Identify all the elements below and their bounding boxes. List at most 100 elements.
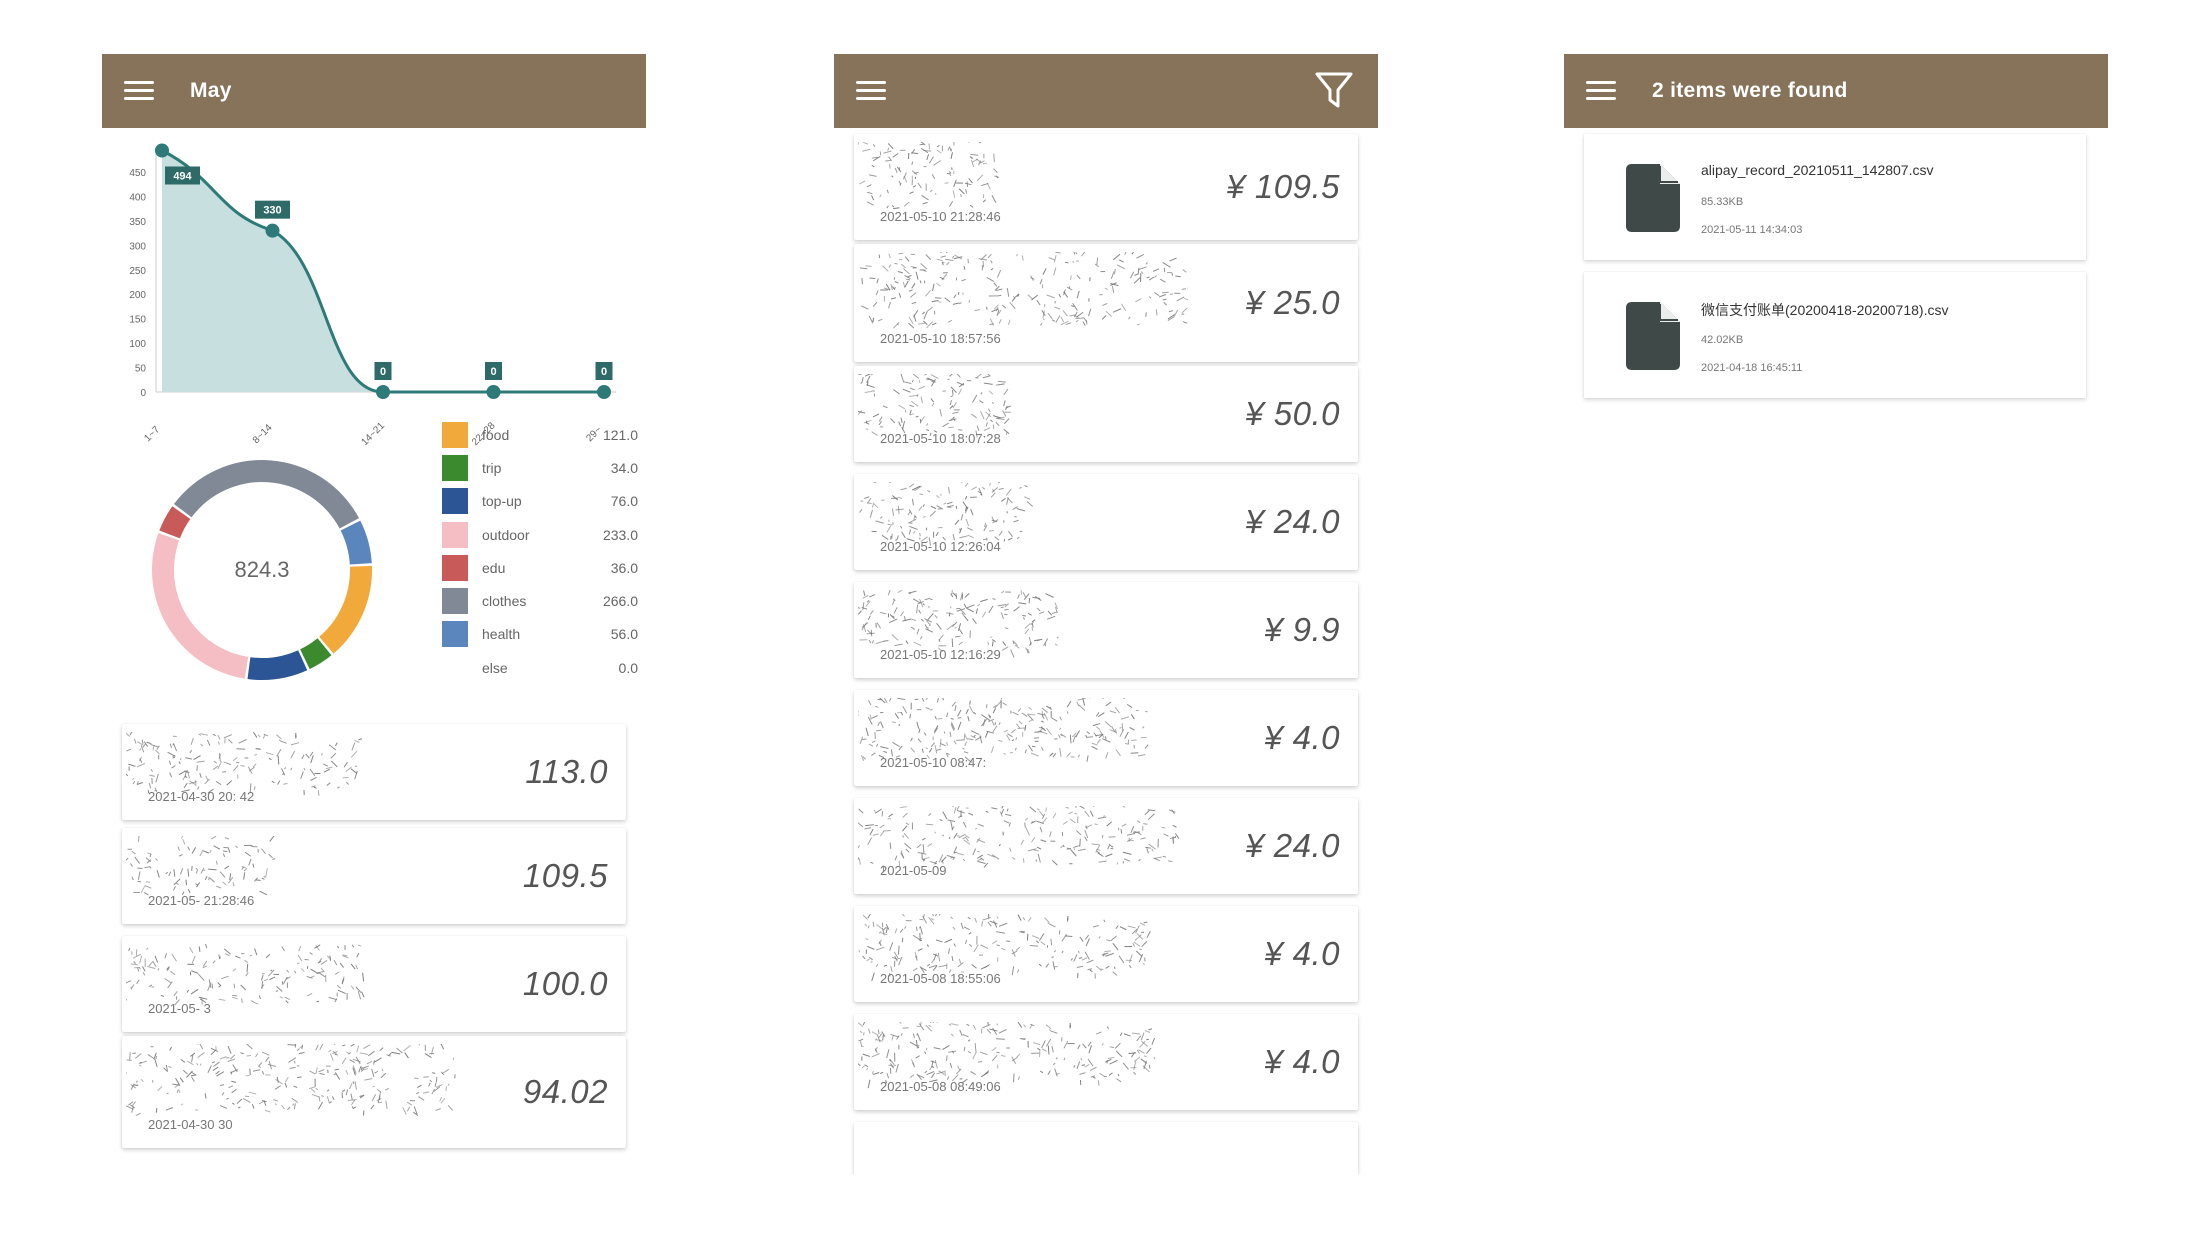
legend-swatch <box>442 554 468 581</box>
legend-label: else <box>482 659 508 676</box>
record-card[interactable]: 2021-05- 3 100.0 <box>122 936 626 1032</box>
record-card[interactable]: 2021-05-10 18:57:56 ¥ 25.0 <box>854 244 1358 362</box>
file-name: 微信支付账单(20200418-20200718).csv <box>1701 302 1949 318</box>
data-point[interactable] <box>155 143 169 158</box>
legend-item-health[interactable]: health 56.0 <box>442 618 638 651</box>
file-size: 85.33KB <box>1701 196 1744 208</box>
record-card[interactable]: 2021-05-10 21:28:46 ¥ 109.5 <box>854 134 1358 240</box>
file-time: 2021-04-18 16:45:11 <box>1701 362 1803 374</box>
data-point[interactable] <box>597 385 611 399</box>
file-item[interactable]: 微信支付账单(20200418-20200718).csv 42.02KB 2021… <box>1584 272 2086 398</box>
import-files-screen: 2 items were found alipay_record_2021051… <box>1564 54 2108 1174</box>
legend-swatch <box>442 654 468 681</box>
file-item[interactable]: alipay_record_20210511_142807.csv 85.33KB… <box>1584 134 2086 260</box>
legend-swatch <box>442 621 468 648</box>
record-card[interactable]: 2021-05-10 12:16:29 ¥ 9.9 <box>854 582 1358 678</box>
area-fill <box>162 150 604 392</box>
record-time: 2021-04-30 30 <box>148 1117 233 1132</box>
data-label: 0 <box>490 366 496 378</box>
legend-item-outdoor[interactable]: outdoor 233.0 <box>442 518 638 551</box>
record-amount: 100.0 <box>522 965 608 1002</box>
legend-label: trip <box>482 459 502 476</box>
y-tick-label: 0 <box>140 388 146 399</box>
record-amount: 113.0 <box>525 753 608 790</box>
menu-icon[interactable] <box>856 79 888 103</box>
record-time: 2021-05-10 18:07:28 <box>880 431 1001 446</box>
data-label: 0 <box>380 366 386 378</box>
legend-value: 0.0 <box>618 659 638 676</box>
record-card[interactable]: 2021-05-08 08:49:06 ¥ 4.0 <box>854 1014 1358 1110</box>
record-time: 2021-05- 3 <box>148 1001 211 1016</box>
weekly-spending-chart: 450 400 350 300 250 200 150 100 50 0 494 1~7 330 8~14… <box>129 143 616 448</box>
legend-item-food[interactable]: food 121.0 <box>442 418 638 451</box>
legend-swatch <box>442 488 468 515</box>
record-time: 2021-05-10 12:26:04 <box>880 539 1001 554</box>
record-card[interactable]: 2021-04-30 20: 42 113.0 <box>122 724 626 820</box>
record-amount: ¥ 9.9 <box>1264 611 1340 648</box>
legend-label: health <box>482 626 521 643</box>
app-bar <box>834 54 1378 128</box>
legend-item-clothes[interactable]: clothes 266.0 <box>442 584 638 617</box>
category-donut-chart: 824.3 <box>142 450 382 690</box>
record-card[interactable]: 2021-05-09 ¥ 24.0 <box>854 798 1358 894</box>
record-card[interactable]: 2021-05-10 08:47: ¥ 4.0 <box>854 690 1358 786</box>
record-card[interactable]: 2021-05-10 18:07:28 ¥ 50.0 <box>854 366 1358 462</box>
filter-icon[interactable] <box>1314 68 1354 112</box>
legend-item-else[interactable]: else 0.0 <box>442 651 638 684</box>
donut-total: 824.3 <box>234 557 290 582</box>
data-label: 0 <box>601 366 607 378</box>
legend-value: 233.0 <box>602 526 638 543</box>
record-amount: ¥ 25.0 <box>1245 284 1340 321</box>
record-time: 2021-05-10 18:57:56 <box>880 331 1001 346</box>
legend-value: 56.0 <box>610 626 638 643</box>
legend-item-edu[interactable]: edu 36.0 <box>442 551 638 584</box>
record-card[interactable]: 2021-04-30 30 94.02 <box>122 1036 626 1148</box>
record-time: 2021-05-10 12:16:29 <box>880 647 1001 662</box>
record-amount: ¥ 4.0 <box>1264 935 1340 972</box>
record-card[interactable]: 2021-05-08 18:55:06 ¥ 4.0 <box>854 906 1358 1002</box>
legend-value: 121.0 <box>602 426 638 443</box>
page-title: May <box>190 79 232 102</box>
file-icon <box>1626 164 1680 232</box>
y-tick-label: 350 <box>129 217 146 228</box>
statistics-screen: May 450 400 350 300 250 200 150 100 50 0 494 1~7 330… <box>102 54 646 1174</box>
x-tick-label: 8~14 <box>251 422 275 446</box>
legend-item-top-up[interactable]: top-up 76.0 <box>442 485 638 518</box>
record-time: 2021-05-10 21:28:46 <box>880 209 1001 224</box>
y-tick-label: 250 <box>129 266 146 277</box>
record-amount: ¥ 109.5 <box>1226 168 1340 205</box>
legend-swatch <box>442 454 468 481</box>
record-amount: 94.02 <box>522 1073 608 1110</box>
x-tick-label: 1~7 <box>142 424 162 444</box>
legend-label: clothes <box>482 593 527 610</box>
record-time: 2021-05- 21:28:46 <box>148 893 255 908</box>
record-card[interactable]: 2021-05-10 12:26:04 ¥ 24.0 <box>854 474 1358 570</box>
y-tick-label: 50 <box>135 364 147 375</box>
menu-icon[interactable] <box>124 79 156 103</box>
page-title: 2 items were found <box>1652 79 1848 102</box>
record-time: 2021-05-10 08:47: <box>880 755 987 770</box>
data-point[interactable] <box>486 385 501 399</box>
legend-value: 34.0 <box>610 459 638 476</box>
category-legend: food 121.0 trip 34.0 top-up 76.0 outdoor 233.0 e… <box>442 418 638 684</box>
record-card[interactable] <box>854 1122 1358 1174</box>
record-card[interactable]: 2021-05- 21:28:46 109.5 <box>122 828 626 924</box>
data-point[interactable] <box>376 385 390 399</box>
record-amount: ¥ 24.0 <box>1245 503 1340 540</box>
record-time: 2021-05-09 <box>880 863 947 878</box>
file-size: 42.02KB <box>1701 334 1744 346</box>
record-amount: 109.5 <box>522 857 608 894</box>
data-point[interactable] <box>265 223 280 238</box>
legend-label: food <box>482 426 510 443</box>
legend-item-trip[interactable]: trip 34.0 <box>442 451 638 484</box>
y-tick-label: 200 <box>129 290 146 301</box>
app-bar: 2 items were found <box>1564 54 2108 128</box>
record-amount: ¥ 4.0 <box>1264 1043 1340 1080</box>
record-amount: ¥ 4.0 <box>1264 719 1340 756</box>
file-name: alipay_record_20210511_142807.csv <box>1701 162 1934 178</box>
y-tick-label: 400 <box>129 192 146 203</box>
record-amount: ¥ 50.0 <box>1245 395 1340 432</box>
data-label: 330 <box>263 205 281 217</box>
record-time: 2021-04-30 20: 42 <box>148 789 255 804</box>
menu-icon[interactable] <box>1586 79 1618 103</box>
